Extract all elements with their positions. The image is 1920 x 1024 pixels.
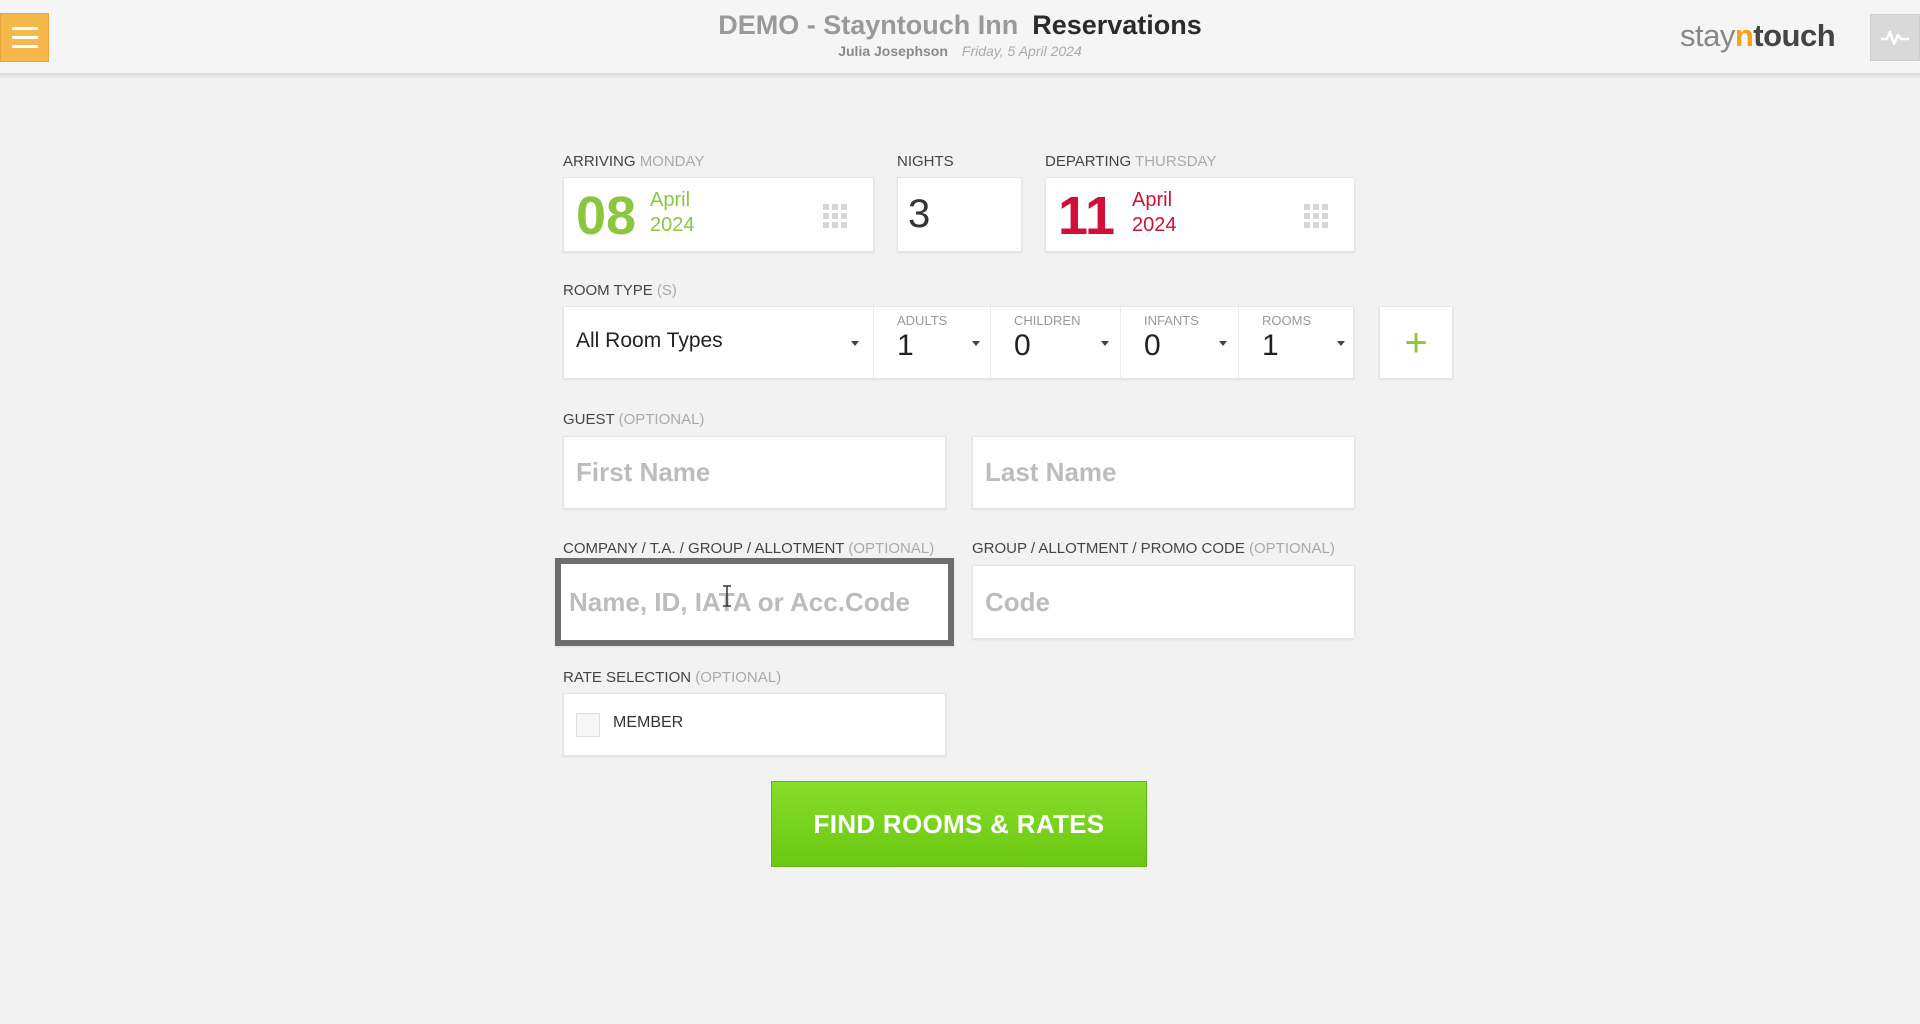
rooms-label: ROOMS (1262, 313, 1312, 328)
adults-value: 1 (897, 329, 914, 362)
room-type-label: ROOM TYPE (S) (563, 282, 677, 299)
arriving-label: ARRIVING MONDAY (563, 153, 705, 170)
pulse-icon (1881, 30, 1909, 45)
stayntouch-logo: stayntouch (1680, 18, 1836, 53)
chevron-down-icon (1219, 341, 1227, 346)
promo-code-label: GROUP / ALLOTMENT / PROMO CODE (OPTIONAL… (972, 540, 1335, 557)
chevron-down-icon (851, 341, 859, 346)
chevron-down-icon (1101, 341, 1109, 346)
member-checkbox[interactable] (576, 713, 600, 737)
page-title: Reservations (1032, 10, 1202, 40)
top-header: DEMO - Stayntouch Inn Reservations Julia … (0, 0, 1920, 75)
member-label: MEMBER (613, 714, 684, 731)
arrival-month-year: April 2024 (650, 189, 695, 236)
promo-code-input[interactable] (972, 565, 1355, 639)
room-occupancy-bar: All Room Types ADULTS 1 CHILDREN 0 INFAN… (563, 306, 1354, 379)
rooms-value: 1 (1262, 329, 1279, 362)
arrival-date-picker[interactable]: 08 April 2024 (563, 177, 874, 252)
guest-label: GUEST (OPTIONAL) (563, 411, 705, 428)
business-date: Friday, 5 April 2024 (961, 43, 1082, 59)
hotel-name: DEMO - Stayntouch Inn (718, 10, 1019, 40)
departure-month-year: April 2024 (1132, 189, 1177, 236)
room-type-selected: All Room Types (576, 329, 723, 352)
adults-label: ADULTS (897, 313, 948, 328)
chevron-down-icon (1337, 341, 1345, 346)
nights-label: NIGHTS (897, 153, 954, 170)
departure-day: 11 (1058, 186, 1116, 246)
children-select[interactable]: CHILDREN 0 (990, 307, 1120, 379)
member-rate-option[interactable]: MEMBER (563, 693, 946, 756)
nights-value: 3 (908, 192, 931, 236)
chevron-down-icon (972, 341, 980, 346)
header-title-block: DEMO - Stayntouch Inn Reservations Julia … (0, 8, 1920, 60)
infants-value: 0 (1144, 329, 1161, 362)
infants-select[interactable]: INFANTS 0 (1120, 307, 1238, 379)
departure-date-picker[interactable]: 11 April 2024 (1045, 177, 1355, 252)
rooms-select[interactable]: ROOMS 1 (1238, 307, 1355, 379)
children-value: 0 (1014, 329, 1031, 362)
calendar-grid-icon (823, 204, 847, 228)
activity-pulse-button[interactable] (1870, 14, 1920, 61)
last-name-field[interactable] (972, 436, 1355, 509)
calendar-grid-icon (1304, 204, 1328, 228)
company-label: COMPANY / T.A. / GROUP / ALLOTMENT (OPTI… (563, 540, 935, 557)
company-search-input[interactable] (555, 558, 954, 646)
nights-input[interactable]: 3 (897, 177, 1022, 252)
arrival-day: 08 (576, 186, 637, 246)
room-type-select[interactable]: All Room Types (564, 307, 873, 379)
plus-icon: + (1404, 320, 1428, 365)
children-label: CHILDREN (1014, 313, 1081, 328)
infants-label: INFANTS (1144, 313, 1199, 328)
rate-selection-label: RATE SELECTION (OPTIONAL) (563, 669, 782, 686)
add-room-button[interactable]: + (1379, 306, 1453, 379)
user-name: Julia Josephson (838, 43, 948, 59)
departing-label: DEPARTING THURSDAY (1045, 153, 1217, 170)
first-name-field[interactable] (563, 436, 946, 509)
text-cursor-icon (723, 585, 731, 607)
adults-select[interactable]: ADULTS 1 (873, 307, 990, 379)
find-rooms-rates-button[interactable]: FIND ROOMS & RATES (771, 781, 1147, 867)
